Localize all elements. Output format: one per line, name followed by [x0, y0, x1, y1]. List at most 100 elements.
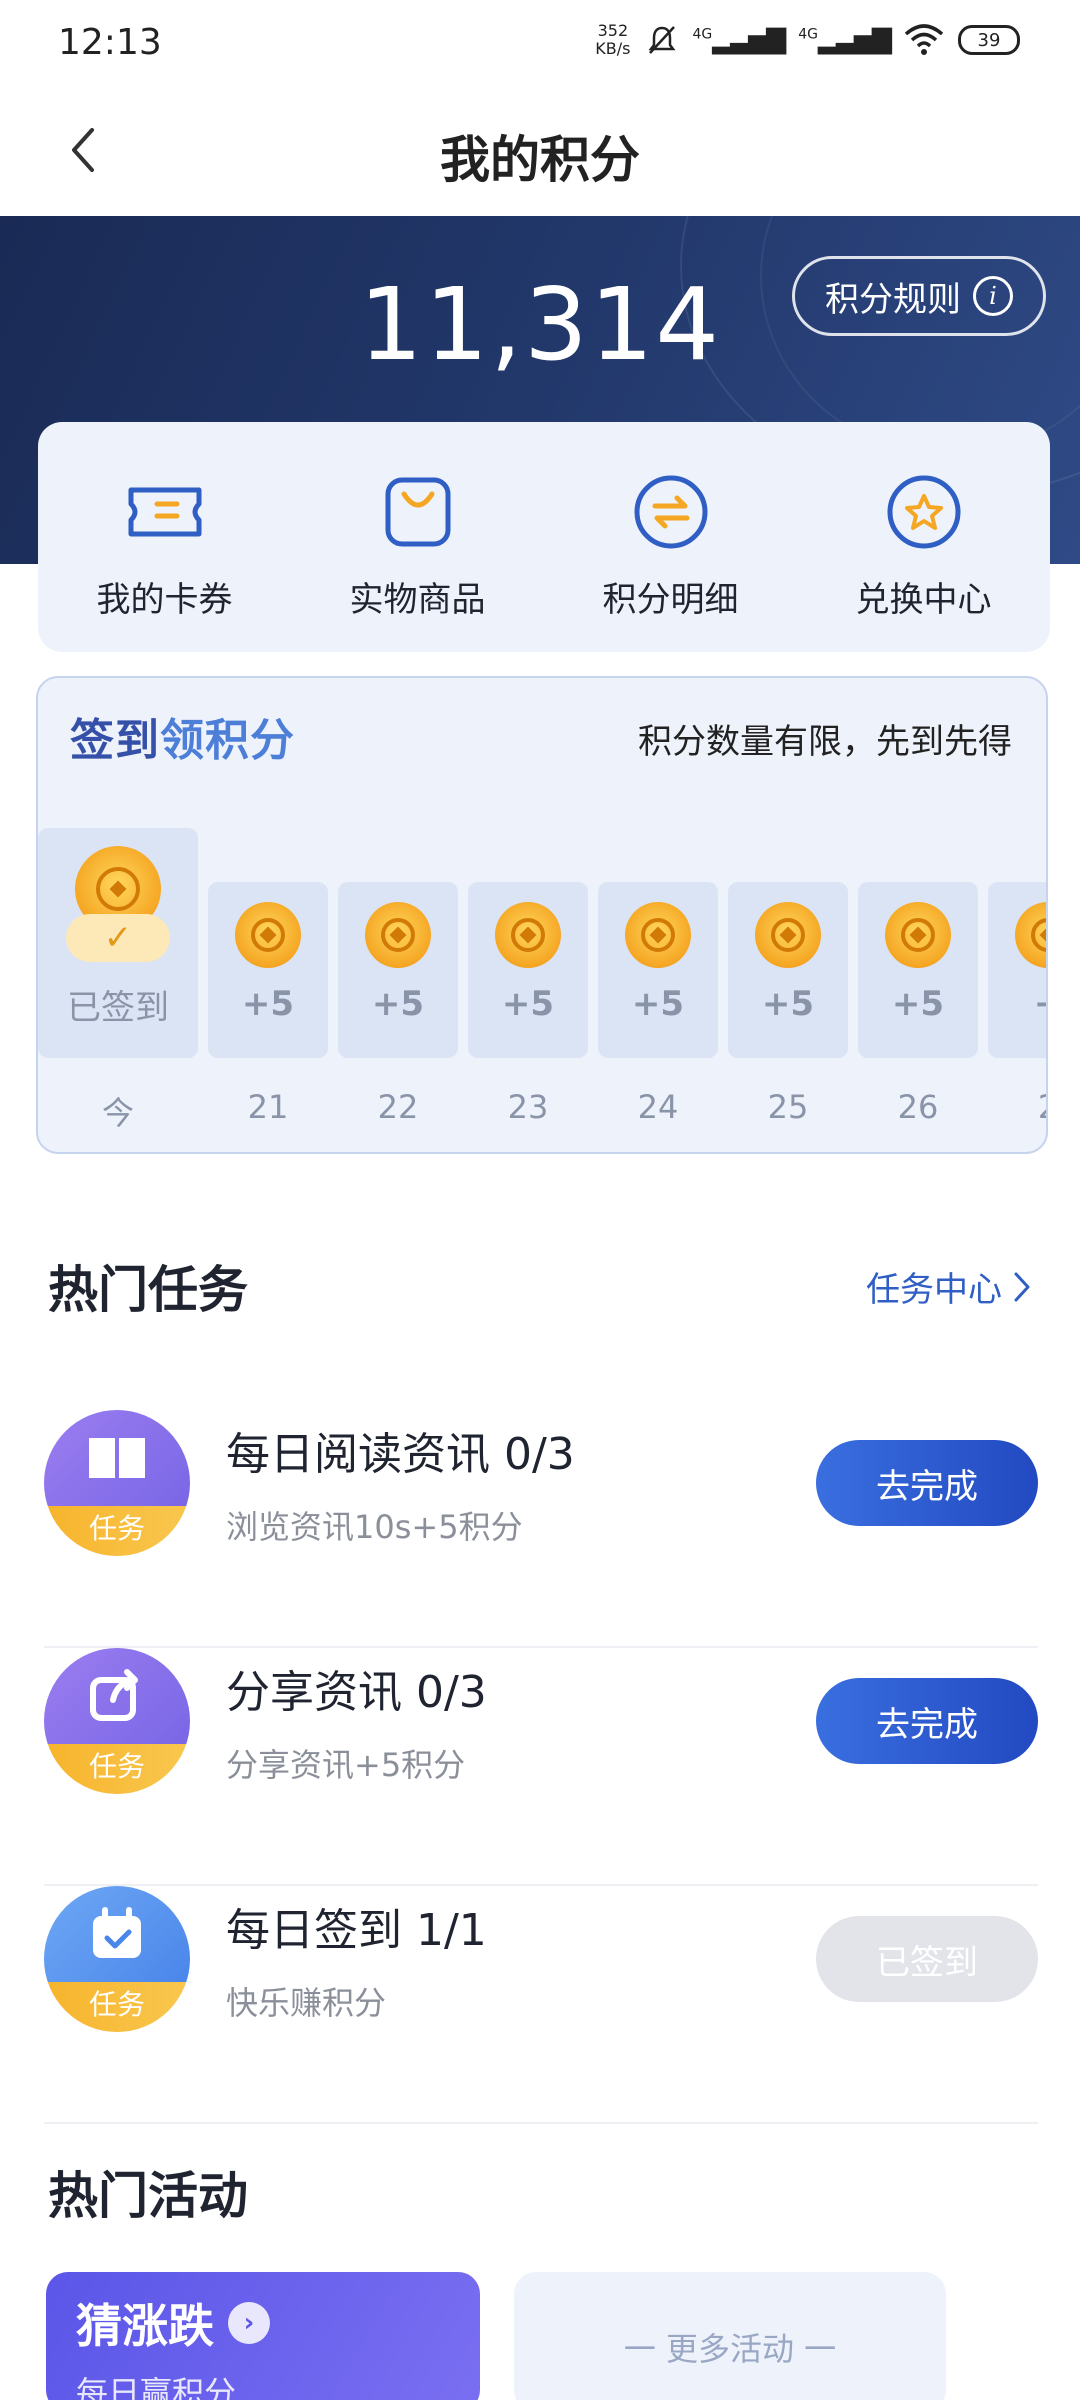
- coin-inner: [901, 918, 935, 952]
- mute-bell-icon: [648, 26, 675, 54]
- day-label: 今: [101, 1094, 134, 1132]
- task-icon-top: [44, 1410, 190, 1506]
- task-icon-top: [44, 1886, 190, 1982]
- day-reward: +5: [631, 984, 685, 1024]
- day-reward: +5: [891, 984, 945, 1024]
- signin-day-box: +5: [858, 882, 978, 1058]
- task-row: 任务 分享资讯 0/3 分享资讯+5积分 去完成: [44, 1648, 1038, 1886]
- day-label: 25: [767, 1088, 809, 1126]
- task-center-link[interactable]: 任务中心: [866, 1262, 1034, 1311]
- ticket-icon: [128, 487, 201, 537]
- task-row: 任务 每日阅读资讯 0/3 浏览资讯10s+5积分 去完成: [44, 1410, 1038, 1648]
- coin-dot: [649, 926, 667, 944]
- calendar-check-icon: [93, 1907, 141, 1958]
- signin-title: 签到领积分: [70, 704, 295, 768]
- coin-dot: [909, 926, 927, 944]
- share-icon: [90, 1669, 138, 1721]
- points-rules-button[interactable]: 积分规则 i: [792, 256, 1046, 336]
- more-activities-label: 一 更多活动 一: [623, 2330, 837, 2368]
- task-icon-read: 任务: [44, 1410, 190, 1556]
- activity-title: 猜涨跌 ›: [76, 2290, 270, 2356]
- signin-day-box: +: [988, 882, 1046, 1058]
- title-bar: 我的积分: [0, 86, 1080, 216]
- task-desc: 分享资讯+5积分: [226, 1746, 466, 1784]
- coin-icon: [755, 902, 821, 968]
- coin-inner: [1031, 918, 1046, 952]
- coin-dot: [779, 926, 797, 944]
- coin-dot: [259, 926, 277, 944]
- day-label: 2: [988, 1088, 1046, 1126]
- task-title: 每日签到 1/1: [226, 1905, 487, 1956]
- wifi-icon: [904, 24, 944, 55]
- task-title: 每日阅读资讯 0/3: [226, 1429, 575, 1480]
- coin-dot: [109, 880, 127, 898]
- quick-entry-exchange[interactable]: 兑换中心: [797, 422, 1050, 652]
- signin-card: 签到领积分 积分数量有限，先到先得 ✓ 已签到 今 +5 21 +5 22 +5…: [36, 676, 1048, 1154]
- coin-icon: [885, 902, 951, 968]
- signal-icon-1: 4G▂▃▅▇: [692, 25, 787, 55]
- quick-entry-details[interactable]: 积分明细: [544, 422, 797, 652]
- coin-dot: [1039, 926, 1046, 944]
- day-reward: +: [1034, 984, 1046, 1024]
- task-desc: 浏览资讯10s+5积分: [226, 1508, 523, 1546]
- task-badge: 任务: [44, 1982, 190, 2032]
- task-row: 任务 每日签到 1/1 快乐赚积分 已签到: [44, 1886, 1038, 2124]
- activity-title-label: 猜涨跌: [76, 2299, 214, 2353]
- day-reward: +5: [761, 984, 815, 1024]
- coin-inner: [511, 918, 545, 952]
- exchange-icon: [634, 475, 707, 549]
- star-icon: [887, 475, 960, 549]
- day-reward: +5: [371, 984, 425, 1024]
- book-icon: [89, 1438, 145, 1478]
- info-icon: i: [973, 276, 1013, 316]
- quick-entry-goods[interactable]: 实物商品: [291, 422, 544, 652]
- day-label: 21: [247, 1088, 289, 1126]
- task-icon-share: 任务: [44, 1648, 190, 1794]
- task-title: 分享资讯 0/3: [226, 1667, 487, 1718]
- battery-indicator: 39: [958, 25, 1020, 55]
- day-label: 23: [507, 1088, 549, 1126]
- network-speed-unit: KB/s: [595, 39, 631, 58]
- hot-tasks-title: 热门任务: [48, 1261, 248, 1319]
- shopping-bag-icon: [385, 477, 450, 547]
- coin-inner: [771, 918, 805, 952]
- signal-label-1: 4G: [692, 26, 713, 43]
- points-rules-label: 积分规则: [825, 279, 961, 320]
- signin-note: 积分数量有限，先到先得: [638, 722, 1012, 762]
- task-go-button[interactable]: 去完成: [816, 1440, 1038, 1526]
- network-speed-value: 352: [597, 21, 629, 40]
- signin-days: ✓ 已签到 今 +5 21 +5 22 +5 23 +5 24 +5 25 +5…: [38, 828, 1046, 1148]
- task-go-button[interactable]: 去完成: [816, 1678, 1038, 1764]
- activity-subtitle: 每日赢积分: [76, 2374, 237, 2400]
- status-icons: 352 KB/s 4G▂▃▅▇ 4G▂▃▅▇ 39: [595, 22, 1020, 58]
- quick-entry-coupons[interactable]: 我的卡券: [38, 422, 291, 652]
- task-icon-top: [44, 1648, 190, 1744]
- task-done-button[interactable]: 已签到: [816, 1916, 1038, 2002]
- hot-activities-title: 热门活动: [48, 2167, 248, 2225]
- coin-icon: [495, 902, 561, 968]
- signin-title-part2: 领积分: [160, 715, 295, 766]
- status-time: 12:13: [58, 22, 162, 63]
- signin-day-box: +5: [728, 882, 848, 1058]
- coin-icon: [1015, 902, 1046, 968]
- signal-icon-2: 4G▂▃▅▇: [798, 25, 892, 55]
- coin-dot: [519, 926, 537, 944]
- signin-day-box: +5: [598, 882, 718, 1058]
- network-speed: 352 KB/s: [595, 22, 630, 58]
- activity-card-guess[interactable]: 猜涨跌 › 每日赢积分: [46, 2272, 480, 2400]
- day-label: 24: [637, 1088, 679, 1126]
- day-label: 22: [377, 1088, 419, 1126]
- signin-title-part1: 签到: [70, 715, 160, 766]
- signin-day-box: ✓ 已签到: [38, 828, 198, 1058]
- task-badge: 任务: [44, 1744, 190, 1794]
- coin-inner: [251, 918, 285, 952]
- day-reward: +5: [501, 984, 555, 1024]
- coin-inner: [381, 918, 415, 952]
- activity-card-more[interactable]: 一 更多活动 一: [514, 2272, 946, 2400]
- coin-inner: [96, 867, 140, 911]
- status-bar: 12:13 352 KB/s 4G▂▃▅▇ 4G▂▃▅▇ 39: [0, 0, 1080, 86]
- day-label: 26: [897, 1088, 939, 1126]
- check-icon: ✓: [66, 914, 170, 962]
- quick-entry-label: 实物商品: [349, 580, 486, 620]
- coin-icon: [235, 902, 301, 968]
